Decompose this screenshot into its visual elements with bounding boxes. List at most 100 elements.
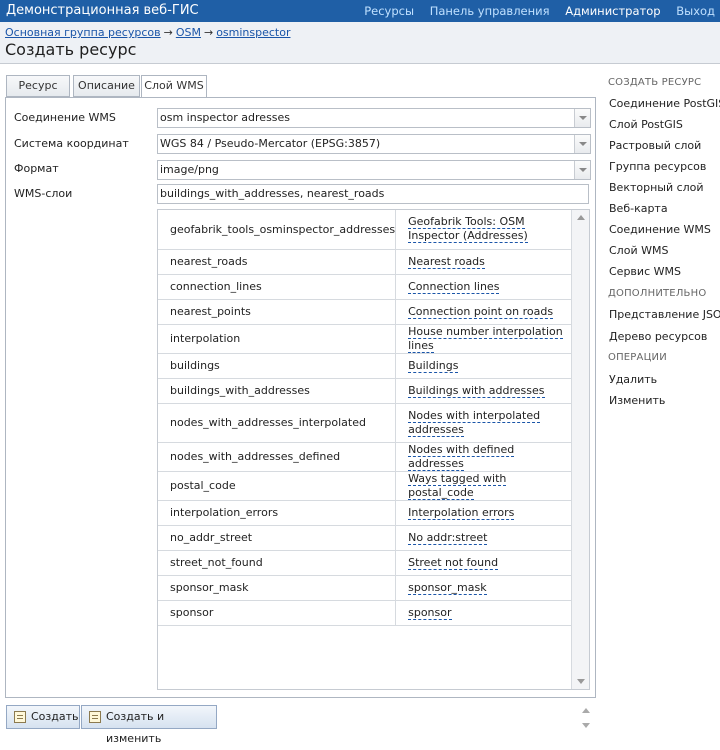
table-row[interactable]: nodes_with_addresses_interpolated Nodes …: [158, 403, 571, 443]
create-button-label: Создать: [31, 710, 79, 723]
layer-key: nodes_with_addresses_interpolated: [158, 403, 397, 443]
crs-select[interactable]: WGS 84 / Pseudo-Mercator (EPSG:3857): [157, 134, 591, 154]
connection-select[interactable]: osm inspector adresses: [157, 108, 591, 128]
layer-title[interactable]: Ways tagged with postal_code: [408, 471, 507, 500]
table-row[interactable]: postal_code Ways tagged with postal_code: [158, 471, 571, 501]
table-row[interactable]: nearest_points Connection point on roads: [158, 299, 571, 325]
breadcrumb-root-link[interactable]: Основная группа ресурсов: [5, 26, 161, 39]
table-row[interactable]: buildings_with_addresses Buildings with …: [158, 378, 571, 404]
sidebar-item-wms-layer[interactable]: Слой WMS: [609, 244, 668, 257]
layer-key: nodes_with_addresses_defined: [158, 442, 397, 472]
breadcrumb-osminspector-link[interactable]: osminspector: [216, 26, 290, 39]
chevron-down-icon[interactable]: [574, 161, 590, 179]
layer-key: street_not_found: [158, 550, 397, 576]
page-scrollbar[interactable]: [580, 706, 592, 730]
table-row[interactable]: geofabrik_tools_osminspector_addresses G…: [158, 210, 571, 250]
format-value: image/png: [160, 163, 219, 176]
create-button[interactable]: Создать: [6, 705, 80, 729]
layer-title[interactable]: Geofabrik Tools: OSM Inspector (Addresse…: [408, 215, 528, 244]
wms-layers-list: geofabrik_tools_osminspector_addresses G…: [157, 209, 590, 690]
layer-title[interactable]: Connection point on roads: [408, 304, 554, 319]
wms-layers-table: geofabrik_tools_osminspector_addresses G…: [158, 210, 571, 626]
layer-title-cell: Geofabrik Tools: OSM Inspector (Addresse…: [395, 210, 571, 250]
format-label: Формат: [14, 162, 59, 175]
crs-value: WGS 84 / Pseudo-Mercator (EPSG:3857): [160, 137, 381, 150]
sidebar-item-wms-connection[interactable]: Соединение WMS: [609, 223, 711, 236]
table-row[interactable]: nodes_with_addresses_defined Nodes with …: [158, 442, 571, 472]
layer-title[interactable]: No addr:street: [408, 530, 488, 545]
sidebar-item-web-map[interactable]: Веб-карта: [609, 202, 668, 215]
scroll-up-icon[interactable]: [582, 708, 590, 713]
create-and-edit-button[interactable]: Создать и изменить: [81, 705, 217, 745]
scroll-down-icon[interactable]: [582, 723, 590, 728]
layer-title-cell: sponsor_mask: [395, 575, 571, 601]
layer-title[interactable]: Nearest roads: [408, 254, 485, 269]
wms-layers-label: WMS-слои: [14, 187, 73, 200]
layer-title[interactable]: Connection lines: [408, 279, 500, 294]
breadcrumb-osm-link[interactable]: OSM: [176, 26, 201, 39]
layer-title-cell: Interpolation errors: [395, 500, 571, 526]
app-title: Демонстрационная веб-ГИС: [6, 3, 199, 18]
sidebar-item-resource-group[interactable]: Группа ресурсов: [609, 160, 706, 173]
format-select[interactable]: image/png: [157, 160, 591, 180]
document-add-icon: [14, 711, 26, 723]
layer-title-cell: Nearest roads: [395, 249, 571, 275]
chevron-down-icon[interactable]: [574, 135, 590, 153]
connection-value: osm inspector adresses: [160, 111, 291, 124]
layer-key: connection_lines: [158, 274, 397, 300]
sidebar-item-postgis-layer[interactable]: Слой PostGIS: [609, 118, 683, 131]
sidebar-item-edit[interactable]: Изменить: [609, 394, 665, 407]
sidebar-item-json-view[interactable]: Представление JSON: [609, 308, 720, 321]
layer-title[interactable]: Nodes with defined addresses: [408, 442, 515, 471]
scroll-down-icon[interactable]: [577, 679, 585, 684]
layer-title[interactable]: House number interpolation lines: [408, 324, 563, 353]
breadcrumb-separator: →: [203, 26, 214, 39]
chevron-down-icon[interactable]: [574, 109, 590, 127]
layer-title[interactable]: sponsor_mask: [408, 580, 487, 595]
layer-title[interactable]: Interpolation errors: [408, 505, 515, 520]
table-row[interactable]: street_not_found Street not found: [158, 550, 571, 576]
table-row[interactable]: no_addr_street No addr:street: [158, 525, 571, 551]
table-row[interactable]: sponsor_mask sponsor_mask: [158, 575, 571, 601]
nav-resources-link[interactable]: Ресурсы: [364, 4, 414, 18]
table-row[interactable]: nearest_roads Nearest roads: [158, 249, 571, 275]
sidebar-item-postgis-connection[interactable]: Соединение PostGIS: [609, 97, 720, 110]
layer-title[interactable]: Street not found: [408, 555, 499, 570]
layer-title-cell: sponsor: [395, 600, 571, 626]
layer-key: postal_code: [158, 471, 397, 501]
sidebar-item-wms-service[interactable]: Сервис WMS: [609, 265, 681, 278]
tab-wms-layer[interactable]: Слой WMS: [141, 75, 207, 98]
layer-key: no_addr_street: [158, 525, 397, 551]
layer-key: nearest_points: [158, 299, 397, 325]
tab-description[interactable]: Описание: [73, 75, 140, 97]
sidebar-item-raster-layer[interactable]: Растровый слой: [609, 139, 701, 152]
title-bar: Основная группа ресурсов → OSM → osminspecto…: [0, 22, 720, 64]
scroll-up-icon[interactable]: [577, 215, 585, 220]
layer-title-cell: No addr:street: [395, 525, 571, 551]
layer-title-cell: Nodes with defined addresses: [395, 442, 571, 472]
layer-key: sponsor_mask: [158, 575, 397, 601]
layer-title[interactable]: Buildings: [408, 358, 459, 373]
sidebar-item-delete[interactable]: Удалить: [609, 373, 657, 386]
layer-title-cell: Buildings with addresses: [395, 378, 571, 404]
layer-key: nearest_roads: [158, 249, 397, 275]
layer-title[interactable]: Buildings with addresses: [408, 383, 545, 398]
wms-layers-input[interactable]: buildings_with_addresses, nearest_roads: [157, 184, 589, 204]
table-row[interactable]: sponsor sponsor: [158, 600, 571, 626]
layer-title[interactable]: sponsor: [408, 605, 452, 620]
breadcrumb-separator: →: [163, 26, 173, 39]
sidebar-item-vector-layer[interactable]: Векторный слой: [609, 181, 704, 194]
breadcrumb: Основная группа ресурсов → OSM → osminspecto…: [5, 26, 291, 39]
sidebar-item-resource-tree[interactable]: Дерево ресурсов: [609, 330, 707, 343]
table-row[interactable]: interpolation_errors Interpolation error…: [158, 500, 571, 526]
tab-resource[interactable]: Ресурс: [6, 75, 70, 97]
nav-logout-link[interactable]: Выход: [676, 4, 715, 18]
table-row[interactable]: interpolation House number interpolation…: [158, 324, 571, 354]
document-add-icon: [89, 711, 101, 723]
table-row[interactable]: connection_lines Connection lines: [158, 274, 571, 300]
nav-control-panel-link[interactable]: Панель управления: [430, 4, 550, 18]
table-row[interactable]: buildings Buildings: [158, 353, 571, 379]
layers-scrollbar[interactable]: [571, 210, 589, 689]
top-nav: Ресурсы Панель управления Администратор …: [352, 4, 715, 18]
layer-title[interactable]: Nodes with interpolated addresses: [408, 408, 541, 437]
